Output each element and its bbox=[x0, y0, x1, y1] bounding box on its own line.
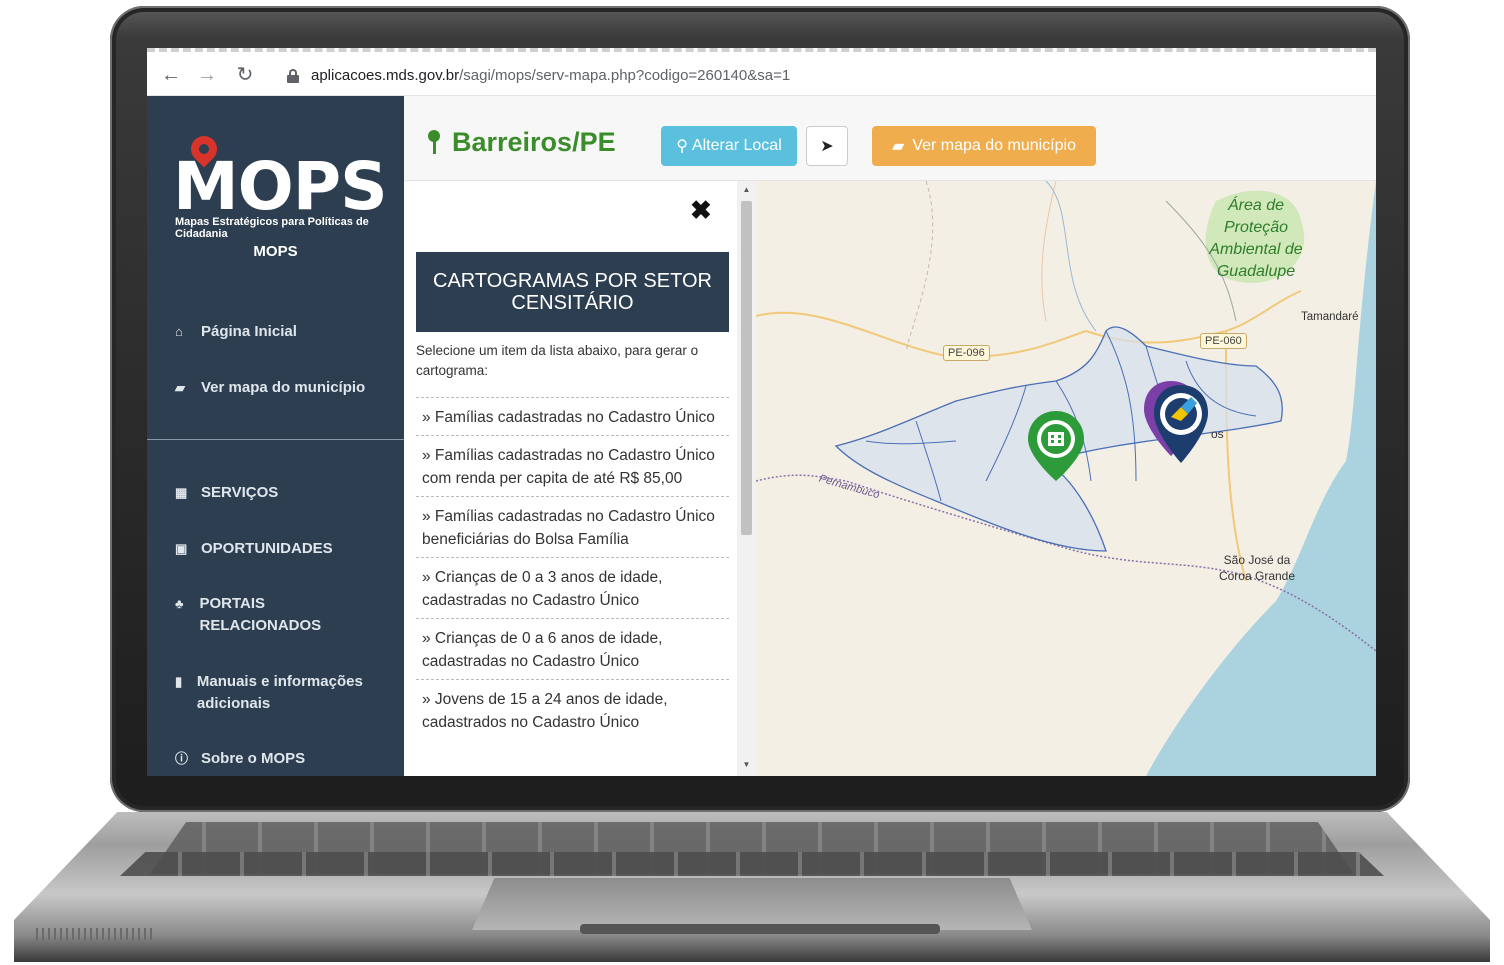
scroll-up-icon[interactable]: ▲ bbox=[737, 185, 756, 199]
city-label-tamandare: Tamandaré bbox=[1301, 311, 1359, 323]
city-label-sao-jose: São José da Coroa Grande bbox=[1218, 553, 1296, 583]
map-marker-icon bbox=[428, 130, 440, 154]
view-map-button[interactable]: ▰ Ver mapa do município bbox=[872, 126, 1096, 166]
sitemap-icon: ♣ bbox=[175, 596, 184, 611]
panel-scrollbar[interactable]: ▲ ▼ bbox=[737, 181, 756, 776]
close-icon[interactable]: ✖ bbox=[690, 195, 712, 226]
lock-icon[interactable] bbox=[287, 69, 299, 83]
home-icon: ⌂ bbox=[175, 324, 183, 339]
laptop-keyboard-row bbox=[120, 852, 1384, 876]
panel-title: CARTOGRAMAS POR SETOR CENSITÁRIO bbox=[416, 252, 729, 332]
view-map-label: Ver mapa do município bbox=[912, 137, 1076, 154]
laptop-front-edge bbox=[580, 924, 940, 934]
page-title: Barreiros/PE bbox=[452, 127, 616, 157]
list-item[interactable]: » Crianças de 0 a 3 anos de idade, cadas… bbox=[416, 557, 729, 618]
laptop-vents bbox=[36, 928, 156, 940]
road bbox=[905, 181, 934, 352]
location-header: Barreiros/PE ⚲ Alterar Local ➤ ▰ Ver map… bbox=[404, 96, 1376, 181]
cartogram-list: » Famílias cadastradas no Cadastro Único… bbox=[416, 397, 729, 740]
road-badge-pe096: PE-096 bbox=[943, 345, 990, 361]
laptop-trackpad bbox=[472, 878, 1032, 930]
change-location-button[interactable]: ⚲ Alterar Local bbox=[661, 126, 797, 166]
list-item[interactable]: » Famílias cadastradas no Cadastro Único bbox=[416, 397, 729, 435]
sidebar-item-view-map[interactable]: ▰ Ver mapa do município bbox=[175, 377, 395, 399]
sidebar-item-label: SERVIÇOS bbox=[201, 484, 279, 501]
road bbox=[1041, 181, 1057, 322]
list-item[interactable]: » Crianças de 0 a 6 anos de idade, cadas… bbox=[416, 618, 729, 679]
sidebar-item-related-portals[interactable]: ♣ PORTAIS RELACIONADOS bbox=[175, 593, 375, 637]
sidebar-item-services[interactable]: ▦ SERVIÇOS bbox=[175, 482, 395, 504]
road bbox=[756, 311, 1087, 358]
sidebar-item-label: PORTAIS RELACIONADOS bbox=[199, 595, 322, 634]
change-location-label: Alterar Local bbox=[691, 137, 782, 154]
back-arrow-icon[interactable]: ← bbox=[159, 64, 183, 88]
scroll-down-icon[interactable]: ▼ bbox=[737, 760, 756, 774]
forward-arrow-icon[interactable]: → bbox=[195, 64, 219, 88]
sidebar-item-opportunities[interactable]: ▣ OPORTUNIDADES bbox=[175, 538, 395, 560]
sidebar-item-about[interactable]: ⓘ Sobre o MOPS bbox=[175, 748, 395, 770]
list-item[interactable]: » Famílias cadastradas no Cadastro Único… bbox=[416, 435, 729, 496]
laptop-screen: ← → ↻ aplicacoes.mds.gov.br/sagi/mops/se… bbox=[147, 48, 1376, 776]
sidebar-item-label: Página Inicial bbox=[201, 323, 297, 340]
sidebar-item-label: Sobre o MOPS bbox=[201, 750, 306, 767]
panel-hint: Selecione um item da lista abaixo, para … bbox=[416, 343, 699, 378]
url-path: /sagi/mops/serv-mapa.php?codigo=260140&s… bbox=[459, 67, 791, 84]
list-item[interactable]: » Famílias cadastradas no Cadastro Único… bbox=[416, 496, 729, 557]
cartogram-panel: ✖ CARTOGRAMAS POR SETOR CENSITÁRIO Selec… bbox=[404, 181, 756, 776]
sidebar: MOPS Mapas Estratégicos para Políticas d… bbox=[147, 96, 404, 776]
road-badge-pe060: PE-060 bbox=[1200, 333, 1247, 349]
info-icon: ⓘ bbox=[175, 751, 189, 766]
locate-button[interactable]: ➤ bbox=[806, 126, 848, 166]
river bbox=[1045, 181, 1097, 332]
sidebar-divider bbox=[147, 439, 404, 440]
grid-icon: ▦ bbox=[175, 485, 188, 500]
logo-text: MOPS bbox=[173, 148, 388, 225]
sidebar-item-manuals[interactable]: ▮ Manuais e informações adicionais bbox=[175, 671, 385, 715]
list-item[interactable]: » Jovens de 15 a 24 anos de idade, cadas… bbox=[416, 679, 729, 740]
sidebar-item-home[interactable]: ⌂ Página Inicial bbox=[175, 321, 395, 343]
url-host: aplicacoes.mds.gov.br bbox=[311, 67, 460, 84]
mops-logo[interactable]: MOPS Mapas Estratégicos para Políticas d… bbox=[173, 130, 403, 266]
sidebar-item-label: Manuais e informações adicionais bbox=[196, 673, 363, 712]
book-icon: ▮ bbox=[175, 674, 183, 689]
service-markers-cluster[interactable] bbox=[1144, 381, 1208, 463]
protected-area-label: Área de Proteção Ambiental de Guadalupe bbox=[1209, 197, 1303, 280]
sidebar-item-label: Ver mapa do município bbox=[201, 379, 366, 396]
map-marker-icon: ⚲ bbox=[676, 138, 688, 155]
map-view[interactable]: Área de Proteção Ambiental de Guadalupe … bbox=[756, 181, 1376, 776]
sidebar-item-label: OPORTUNIDADES bbox=[201, 540, 333, 557]
logo-subtitle: Mapas Estratégicos para Políticas de Cid… bbox=[175, 216, 369, 240]
logo-name: MOPS bbox=[253, 243, 298, 260]
address-bar[interactable]: aplicacoes.mds.gov.br/sagi/mops/serv-map… bbox=[311, 67, 790, 84]
map-icon: ▰ bbox=[175, 380, 185, 395]
briefcase-icon: ▣ bbox=[175, 541, 188, 556]
reload-icon[interactable]: ↻ bbox=[233, 64, 257, 88]
city-label-barreiros: os bbox=[1211, 427, 1224, 441]
browser-toolbar: ← → ↻ aplicacoes.mds.gov.br/sagi/mops/se… bbox=[147, 48, 1376, 96]
map-icon: ▰ bbox=[892, 138, 905, 155]
location-arrow-icon: ➤ bbox=[820, 138, 834, 155]
scroll-thumb[interactable] bbox=[741, 201, 752, 535]
